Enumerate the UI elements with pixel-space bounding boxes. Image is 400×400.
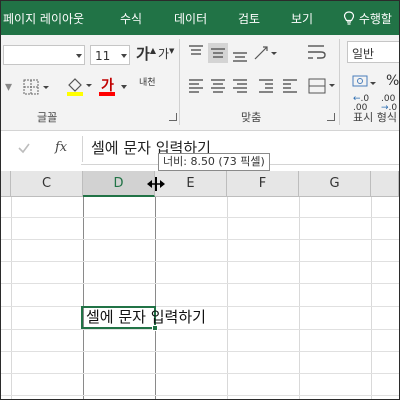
group-separator	[179, 39, 180, 125]
font-color-swatch	[99, 92, 115, 96]
grid-line	[1, 217, 399, 218]
cell-text: 셀에 문자 입력하기	[86, 308, 206, 326]
horizontal-align-icons[interactable]	[187, 77, 337, 95]
column-header-h[interactable]	[371, 171, 399, 197]
column-resize-cursor-icon	[147, 177, 165, 191]
chevron-down-icon	[76, 54, 82, 58]
chevron-down-icon	[121, 54, 127, 58]
percent-button[interactable]: %	[386, 73, 399, 89]
column-drag-guide-right	[155, 197, 156, 399]
tab-formulas[interactable]: 수식	[120, 1, 142, 35]
ribbon-tabs: 페이지 레이아웃 수식 데이터 검토 보기 수행할	[1, 1, 399, 35]
ribbon: 11 가▲ 가▼ ▾ 가 내천 글꼴 맞춤 일반 % ←.0 .00 .00 →…	[1, 35, 399, 131]
number-format-value: 일반	[352, 47, 375, 61]
column-header-d[interactable]: D	[83, 171, 155, 197]
column-width-tooltip: 너비: 8.50 (73 픽셀)	[158, 153, 270, 171]
fill-color-icon[interactable]	[65, 75, 93, 97]
lightbulb-icon	[343, 11, 355, 25]
grid-line	[1, 373, 399, 374]
accounting-format-icon[interactable]	[351, 73, 377, 93]
column-header-c[interactable]: C	[11, 171, 83, 197]
shrink-font-button[interactable]: 가▼	[158, 45, 174, 62]
alignment-group-label: 맞춤	[241, 111, 262, 124]
grid-line	[1, 351, 399, 352]
tell-me-label: 수행할	[358, 12, 392, 26]
tab-data[interactable]: 데이터	[174, 1, 207, 35]
alignment-dialog-launcher[interactable]	[327, 113, 335, 121]
tab-review[interactable]: 검토	[238, 1, 260, 35]
grid-line	[1, 283, 399, 284]
column-header-g[interactable]: G	[299, 171, 371, 197]
grow-font-button[interactable]: 가▲	[136, 43, 156, 64]
grid-line	[371, 197, 372, 399]
tell-me-search[interactable]: 수행할	[343, 1, 392, 35]
wrap-text-icon[interactable]	[306, 43, 328, 63]
grid-line	[1, 329, 399, 330]
formula-bar-buttons: fx	[1, 132, 81, 165]
column-header-b[interactable]	[1, 171, 11, 197]
font-dialog-launcher[interactable]	[169, 113, 177, 121]
grid-line	[299, 197, 300, 399]
group-separator	[339, 39, 340, 125]
column-drag-guide-left	[83, 197, 84, 399]
number-format-dropdown[interactable]: 일반	[347, 41, 399, 63]
excel-window: 페이지 레이아웃 수식 데이터 검토 보기 수행할 11 가▲ 가▼ ▾ 가 내…	[0, 0, 400, 400]
chevron-down-icon[interactable]	[121, 85, 127, 89]
enter-check-icon[interactable]	[17, 141, 31, 155]
insert-function-button[interactable]: fx	[55, 140, 67, 155]
underline-dropdown-arrow[interactable]: ▾	[5, 79, 12, 95]
tab-page-layout[interactable]: 페이지 레이아웃	[3, 1, 84, 35]
borders-icon[interactable]	[23, 79, 51, 95]
grid-line	[227, 197, 228, 399]
column-header-e[interactable]: E	[155, 171, 227, 197]
phonetic-button[interactable]: 내천	[139, 75, 156, 88]
grid-line	[1, 239, 399, 240]
number-group-label: 표시 형식	[353, 111, 397, 124]
font-group-label: 글꼴	[37, 111, 58, 124]
font-name-dropdown[interactable]	[3, 45, 85, 65]
grid-line	[1, 395, 399, 396]
font-size-dropdown[interactable]: 11	[90, 45, 130, 65]
column-header-f[interactable]: F	[227, 171, 299, 197]
grid-line	[1, 261, 399, 262]
tab-view[interactable]: 보기	[291, 1, 313, 35]
font-size-value: 11	[95, 49, 111, 63]
grid-line	[11, 197, 12, 399]
vertical-align-icons[interactable]	[187, 43, 279, 63]
